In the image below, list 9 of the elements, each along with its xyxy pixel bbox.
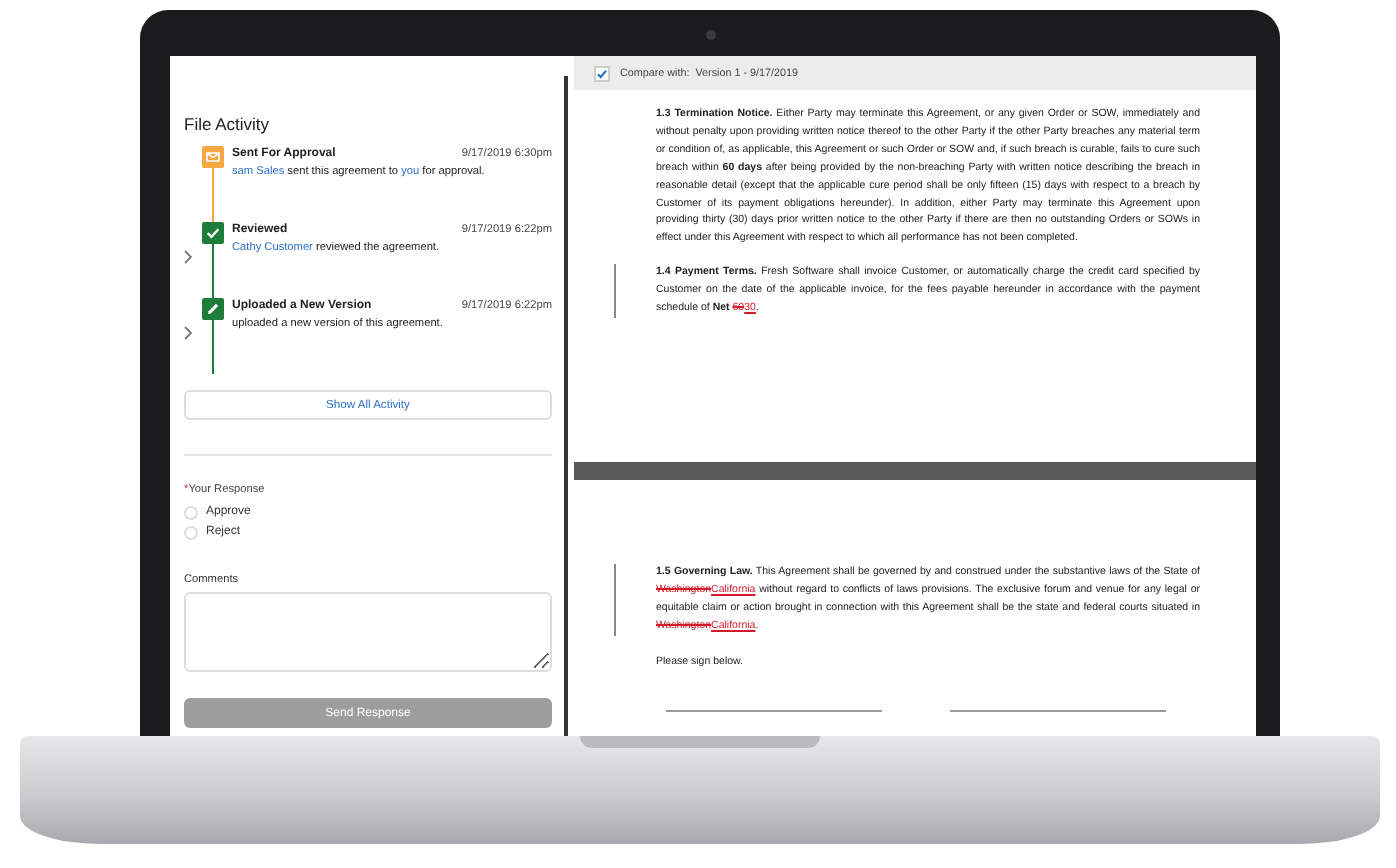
- radio-button[interactable]: [184, 525, 198, 539]
- radio-button[interactable]: [184, 505, 198, 519]
- chevron-icon[interactable]: [184, 250, 192, 264]
- panel-title: File Activity: [184, 114, 272, 134]
- camera-icon: [706, 30, 716, 40]
- chevron-icon[interactable]: [184, 326, 192, 340]
- scrollbar[interactable]: [564, 76, 574, 736]
- comments-field[interactable]: [184, 592, 552, 672]
- compare-checkbox[interactable]: [594, 65, 610, 81]
